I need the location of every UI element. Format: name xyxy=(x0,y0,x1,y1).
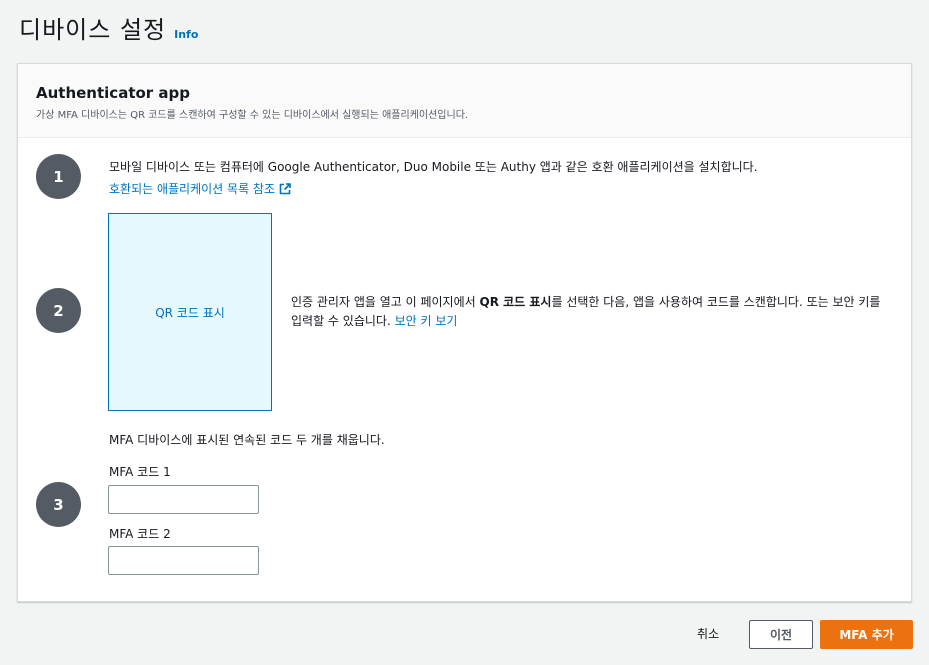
mfa-code-1-label: MFA 코드 1 xyxy=(109,465,171,479)
authenticator-panel: Authenticator app 가상 MFA 디바이스는 QR 코드를 스캔… xyxy=(17,63,912,602)
page-header: 디바이스 설정 Info xyxy=(19,10,198,45)
step-1-text: 모바일 디바이스 또는 컴퓨터에 Google Authenticator, D… xyxy=(109,160,758,174)
step-1-badge: 1 xyxy=(36,154,81,199)
info-link[interactable]: Info xyxy=(174,28,198,41)
add-mfa-button[interactable]: MFA 추가 xyxy=(820,620,913,649)
step-3-badge: 3 xyxy=(36,482,81,527)
panel-description: 가상 MFA 디바이스는 QR 코드를 스캔하여 구성할 수 있는 디바이스에서… xyxy=(36,110,469,121)
external-link-icon xyxy=(279,182,291,194)
panel-title: Authenticator app xyxy=(36,84,191,102)
mfa-code-1-input[interactable] xyxy=(108,485,259,514)
step-3-text: MFA 디바이스에 표시된 연속된 코드 두 개를 채웁니다. xyxy=(109,433,385,447)
step-2-badge: 2 xyxy=(36,288,81,333)
compatible-apps-link[interactable]: 호환되는 애플리케이션 목록 참조 xyxy=(109,180,291,197)
panel-header: Authenticator app 가상 MFA 디바이스는 QR 코드를 스캔… xyxy=(18,64,911,138)
step-2-text: 인증 관리자 앱을 열고 이 페이지에서 QR 코드 표시를 선택한 다음, 앱… xyxy=(291,293,891,331)
mfa-code-2-label: MFA 코드 2 xyxy=(109,527,171,541)
page-title: 디바이스 설정 xyxy=(19,16,167,44)
show-secret-key-link[interactable]: 보안 키 보기 xyxy=(395,314,458,328)
cancel-button[interactable]: 취소 xyxy=(697,625,719,642)
step-2-text-bold: QR 코드 표시 xyxy=(479,295,552,309)
mfa-code-2-input[interactable] xyxy=(108,546,259,575)
step-2-text-part1: 인증 관리자 앱을 열고 이 페이지에서 xyxy=(291,295,480,309)
show-qr-code-label: QR 코드 표시 xyxy=(155,305,225,320)
show-qr-code-button[interactable]: QR 코드 표시 xyxy=(108,213,272,411)
previous-button[interactable]: 이전 xyxy=(749,620,813,649)
compatible-apps-link-label: 호환되는 애플리케이션 목록 참조 xyxy=(109,182,276,196)
